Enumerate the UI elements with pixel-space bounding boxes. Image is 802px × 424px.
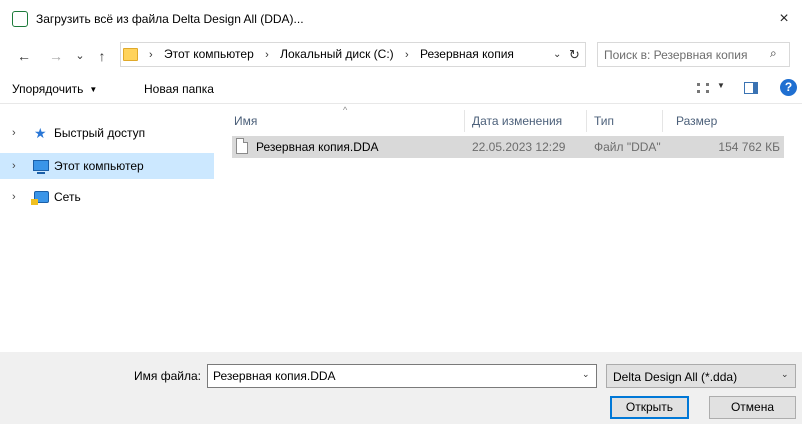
command-bar: Упорядочить ▼ Новая папка ▼ ? bbox=[0, 74, 802, 104]
navigation-pane: › ★ Быстрый доступ › Этот компьютер › Се… bbox=[0, 104, 218, 352]
breadcrumb-backup[interactable]: Резервная копия bbox=[420, 47, 514, 61]
search-icon[interactable]: ⌕ bbox=[770, 46, 777, 61]
breadcrumb-separator: › bbox=[149, 49, 153, 61]
view-dropdown-button[interactable]: ▼ bbox=[717, 81, 725, 90]
filename-combobox[interactable]: ⌄ bbox=[207, 364, 597, 388]
help-icon[interactable]: ? bbox=[780, 79, 797, 96]
organize-button[interactable]: Упорядочить ▼ bbox=[12, 82, 97, 96]
forward-button[interactable]: → bbox=[46, 46, 66, 66]
chevron-right-icon[interactable]: › bbox=[12, 184, 16, 210]
file-type: Файл "DDA" bbox=[594, 140, 661, 154]
breadcrumb-local-disk[interactable]: Локальный диск (C:) bbox=[280, 47, 394, 61]
dialog-footer: Имя файла: ⌄ Delta Design All (*.dda) ⌄ … bbox=[0, 352, 802, 424]
table-row[interactable]: Резервная копия.DDA 22.05.2023 12:29 Фай… bbox=[232, 136, 784, 158]
organize-label: Упорядочить bbox=[12, 82, 84, 96]
chevron-right-icon[interactable]: › bbox=[12, 120, 16, 146]
breadcrumb: › Этот компьютер › Локальный диск (C:) ›… bbox=[141, 43, 514, 66]
open-button[interactable]: Открыть bbox=[610, 396, 689, 419]
search-input[interactable] bbox=[604, 45, 764, 64]
file-type-value: Delta Design All (*.dda) bbox=[613, 370, 738, 384]
file-size: 154 762 КБ bbox=[718, 140, 780, 154]
sidebar-item-label: Этот компьютер bbox=[54, 159, 144, 173]
view-options-icon[interactable] bbox=[697, 83, 709, 93]
back-button[interactable]: ← bbox=[14, 46, 34, 66]
title-bar: Загрузить всё из файла Delta Design All … bbox=[0, 0, 802, 38]
address-bar[interactable]: › Этот компьютер › Локальный диск (C:) ›… bbox=[120, 42, 586, 67]
chevron-down-icon: ▼ bbox=[89, 85, 98, 94]
file-type-select[interactable]: Delta Design All (*.dda) ⌄ bbox=[606, 364, 796, 388]
navigation-bar: ← → ⌄ ↑ › Этот компьютер › Локальный дис… bbox=[0, 38, 802, 74]
sidebar-item-this-pc[interactable]: › Этот компьютер bbox=[0, 153, 214, 179]
new-folder-button[interactable]: Новая папка bbox=[144, 82, 214, 96]
sidebar-item-label: Сеть bbox=[54, 190, 81, 204]
app-icon bbox=[12, 11, 28, 27]
chevron-right-icon[interactable]: › bbox=[12, 153, 16, 179]
column-header-date[interactable]: Дата изменения bbox=[472, 114, 562, 128]
breadcrumb-this-pc[interactable]: Этот компьютер bbox=[164, 47, 254, 61]
sidebar-item-quick-access[interactable]: › ★ Быстрый доступ bbox=[0, 120, 214, 146]
filename-label: Имя файла: bbox=[134, 369, 201, 383]
file-icon bbox=[236, 138, 248, 154]
file-name: Резервная копия.DDA bbox=[256, 140, 379, 154]
up-button[interactable]: ↑ bbox=[92, 46, 112, 66]
column-divider[interactable] bbox=[662, 110, 663, 132]
column-header-type[interactable]: Тип bbox=[594, 114, 614, 128]
breadcrumb-separator: › bbox=[405, 49, 409, 61]
sidebar-item-label: Быстрый доступ bbox=[54, 126, 146, 140]
refresh-button[interactable]: ↻ bbox=[569, 43, 580, 66]
address-dropdown-button[interactable]: ⌄ bbox=[553, 43, 561, 66]
column-header-size[interactable]: Размер bbox=[676, 114, 717, 128]
file-list: ^ Имя Дата изменения Тип Размер Резервна… bbox=[218, 104, 802, 352]
chevron-down-icon: ⌄ bbox=[781, 369, 789, 379]
breadcrumb-separator: › bbox=[265, 49, 269, 61]
preview-pane-icon[interactable] bbox=[744, 82, 758, 94]
search-box[interactable]: ⌕ bbox=[597, 42, 790, 67]
filename-input[interactable] bbox=[213, 367, 573, 385]
folder-icon bbox=[123, 48, 138, 61]
chevron-down-icon[interactable]: ⌄ bbox=[582, 369, 590, 380]
file-date: 22.05.2023 12:29 bbox=[472, 140, 566, 154]
recent-locations-button[interactable]: ⌄ bbox=[70, 46, 90, 66]
star-icon: ★ bbox=[34, 125, 47, 141]
sidebar-item-network[interactable]: › Сеть bbox=[0, 184, 214, 210]
cancel-button[interactable]: Отмена bbox=[709, 396, 796, 419]
window-title: Загрузить всё из файла Delta Design All … bbox=[36, 12, 304, 26]
network-icon bbox=[31, 191, 49, 205]
column-divider[interactable] bbox=[586, 110, 587, 132]
column-header-name[interactable]: Имя bbox=[234, 114, 257, 128]
column-divider[interactable] bbox=[464, 110, 465, 132]
sort-ascending-icon: ^ bbox=[343, 105, 348, 115]
close-button[interactable]: × bbox=[774, 9, 794, 29]
computer-icon bbox=[33, 160, 49, 174]
